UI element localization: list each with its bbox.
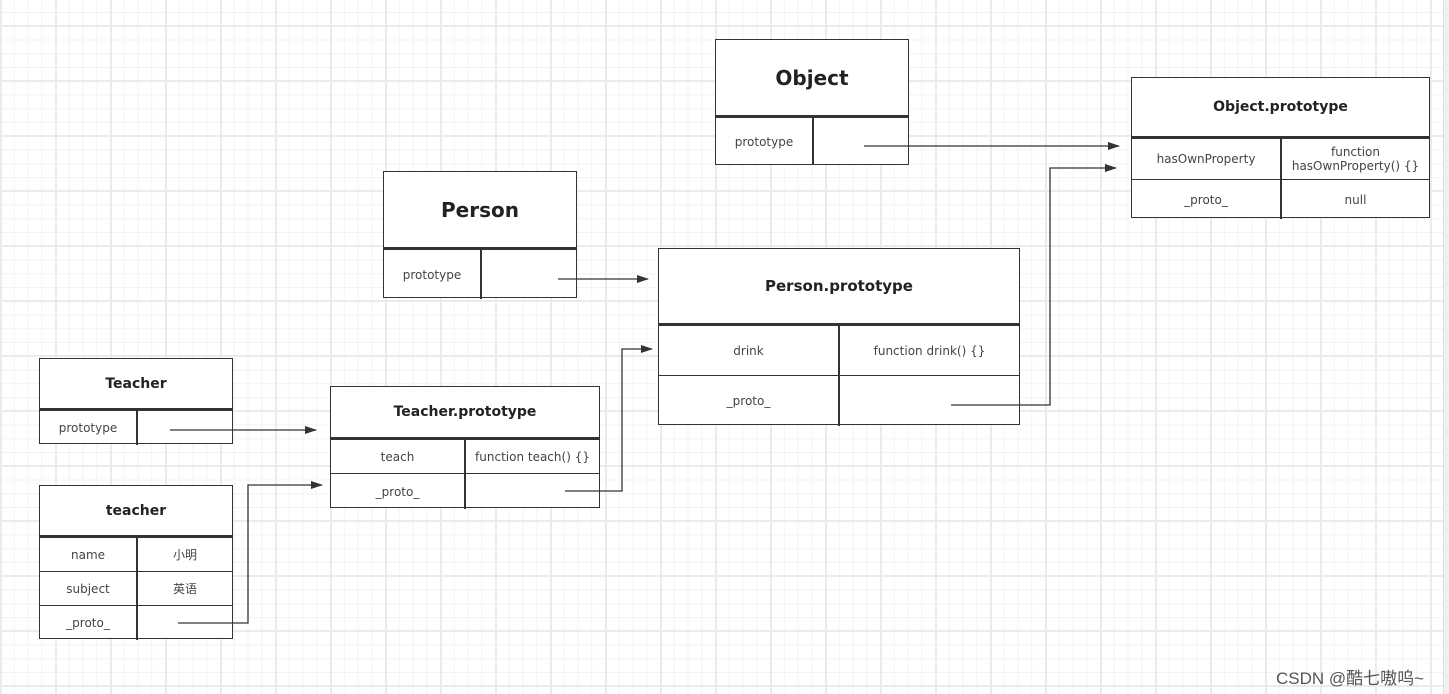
watermark: CSDN @酷七嗷呜~ xyxy=(1276,669,1425,688)
arrow-teacher-proto- xyxy=(178,481,323,624)
connector-layer xyxy=(170,142,1120,624)
arrow-person-prototype-proto- xyxy=(951,164,1117,406)
arrow-teacher-prototype-proto- xyxy=(565,345,653,492)
